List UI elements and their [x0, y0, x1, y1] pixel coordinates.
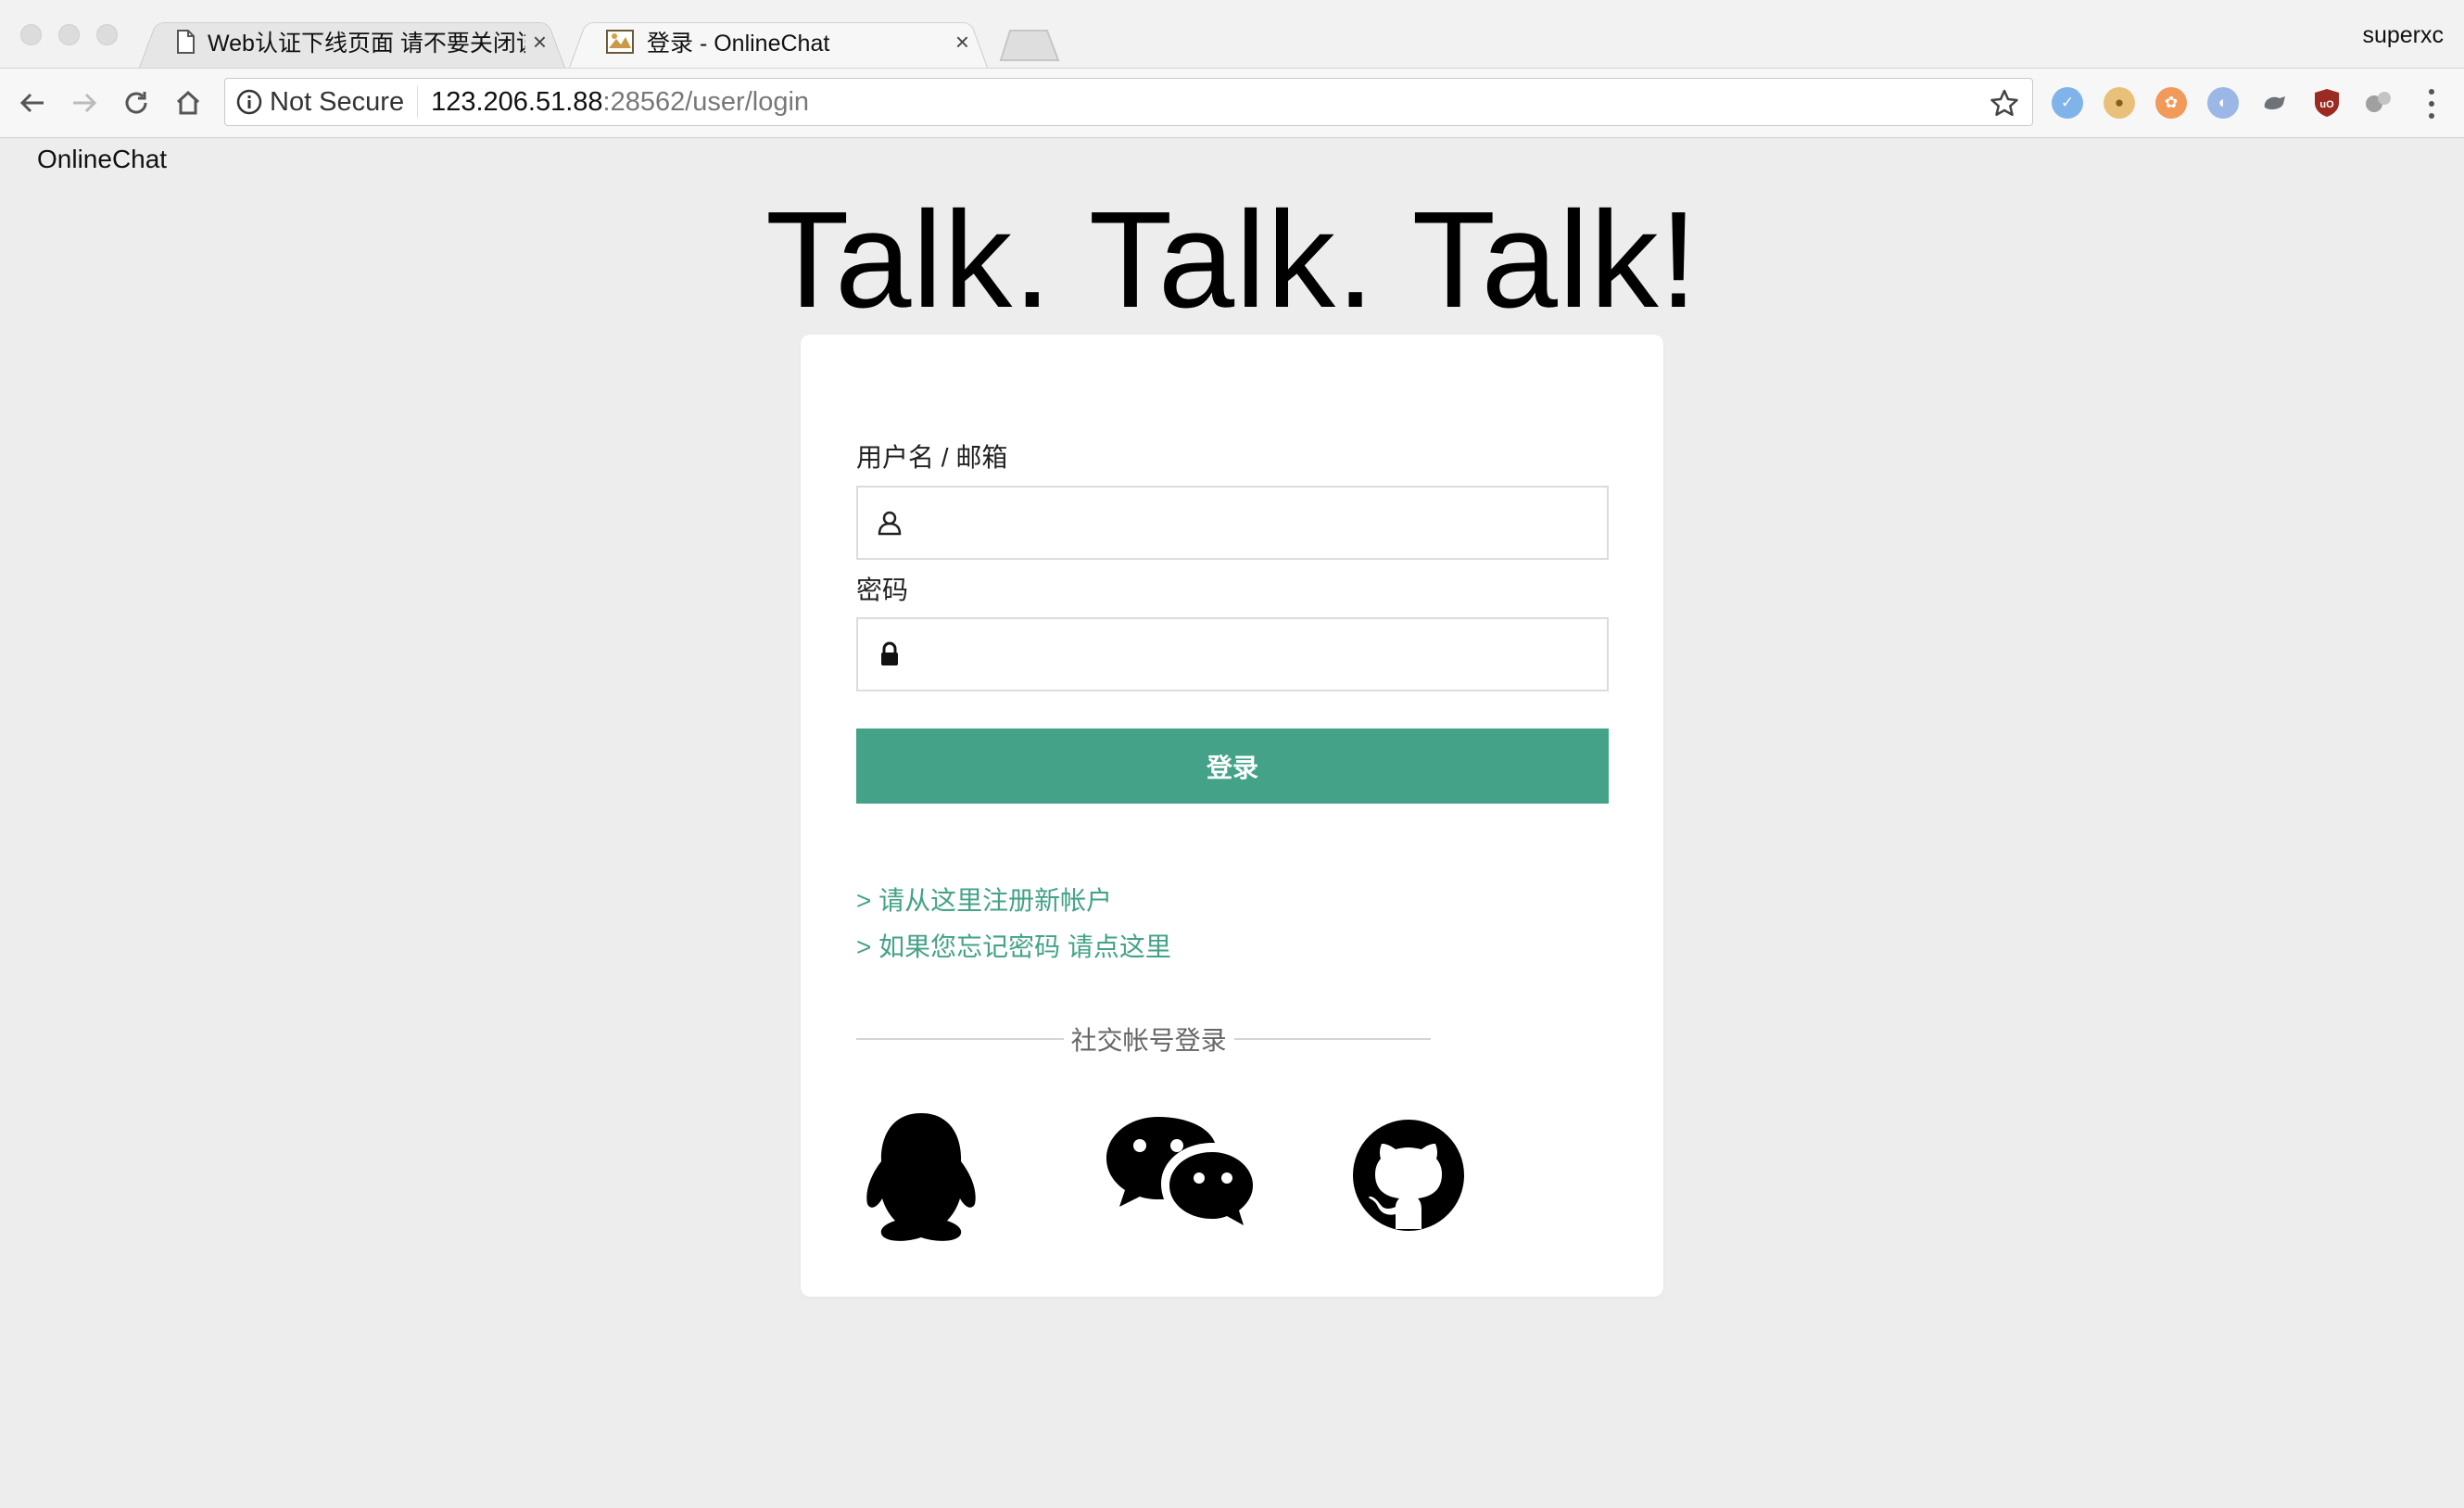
browser-tab-bar: Web认证下线页面 请不要关闭该 × 登录 - OnlineChat × sup…: [0, 0, 2464, 69]
forgot-password-link[interactable]: > 如果您忘记密码 请点这里: [856, 927, 1171, 964]
password-input[interactable]: [856, 617, 1609, 691]
wechat-icon[interactable]: [1103, 1113, 1253, 1238]
cloud-icon: [2264, 96, 2285, 110]
puzzle-icon: [2366, 92, 2391, 112]
password-label: 密码: [856, 576, 909, 604]
brand-logo[interactable]: OnlineChat: [37, 145, 167, 174]
document-icon: [177, 30, 195, 54]
social-login-title: 社交帐号登录: [1070, 1026, 1227, 1055]
tab-title: 登录 - OnlineChat: [647, 31, 830, 57]
shield-icon: uO: [2315, 89, 2339, 117]
extension-icon[interactable]: ✓: [2052, 87, 2083, 119]
home-button[interactable]: [171, 85, 206, 120]
extension-icon[interactable]: [2363, 87, 2395, 119]
tab-close-icon[interactable]: ×: [533, 30, 547, 54]
extension-icon[interactable]: ✿: [2155, 87, 2187, 119]
register-link[interactable]: > 请从这里注册新帐户: [856, 881, 1112, 918]
bookmark-star-icon[interactable]: [1990, 88, 2019, 118]
url-path: :28562/user/login: [602, 86, 810, 117]
address-bar[interactable]: Not Secure 123.206.51.88:28562/user/logi…: [224, 78, 2033, 126]
extension-icon[interactable]: [2259, 87, 2291, 119]
home-icon: [176, 90, 200, 115]
new-tab-button[interactable]: [999, 29, 1060, 62]
user-icon: [878, 511, 902, 536]
lock-icon: [881, 641, 898, 665]
security-label: Not Secure: [270, 86, 405, 117]
ublock-icon[interactable]: uO: [2311, 87, 2343, 119]
username-input[interactable]: [856, 486, 1609, 560]
window-close-button[interactable]: [20, 24, 42, 45]
cookie-extension-icon[interactable]: ●: [2104, 87, 2135, 119]
social-login-divider: 社交帐号登录: [856, 1020, 1431, 1058]
site-favicon-icon: [606, 30, 634, 54]
tab-close-icon[interactable]: ×: [955, 30, 969, 54]
reload-button[interactable]: [119, 85, 154, 120]
browser-menu-button[interactable]: [2422, 85, 2441, 122]
arrow-right-icon: [73, 93, 97, 113]
qq-icon[interactable]: [856, 1109, 986, 1244]
extension-icon[interactable]: ◐: [2207, 87, 2239, 119]
forward-button[interactable]: [67, 85, 102, 120]
window-minimize-button[interactable]: [58, 24, 80, 45]
tab-login[interactable]: 登录 - OnlineChat ×: [569, 16, 988, 68]
site-security-indicator[interactable]: Not Secure: [225, 86, 419, 118]
arrow-left-icon: [19, 93, 44, 113]
window-zoom-button[interactable]: [96, 24, 118, 45]
login-button[interactable]: 登录: [856, 729, 1609, 804]
browser-toolbar: Not Secure 123.206.51.88:28562/user/logi…: [0, 69, 2464, 138]
svg-text:uO: uO: [2319, 99, 2334, 110]
login-card: 用户名 / 邮箱 密码 登录 > 请从这里注册新帐户 > 如果您忘记密码 请点这…: [801, 335, 1663, 1297]
github-icon[interactable]: [1351, 1118, 1466, 1233]
tab-title: Web认证下线页面 请不要关闭该: [208, 31, 525, 57]
info-icon: [236, 89, 262, 115]
back-button[interactable]: [15, 85, 50, 120]
url-host: 123.206.51.88: [431, 86, 603, 117]
tab-web-auth[interactable]: Web认证下线页面 请不要关闭该 ×: [139, 16, 565, 68]
profile-name[interactable]: superxc: [2362, 22, 2444, 49]
page-headline: Talk. Talk. Talk!: [765, 184, 1699, 336]
username-label: 用户名 / 邮箱: [856, 443, 1008, 472]
reload-icon: [125, 92, 147, 114]
